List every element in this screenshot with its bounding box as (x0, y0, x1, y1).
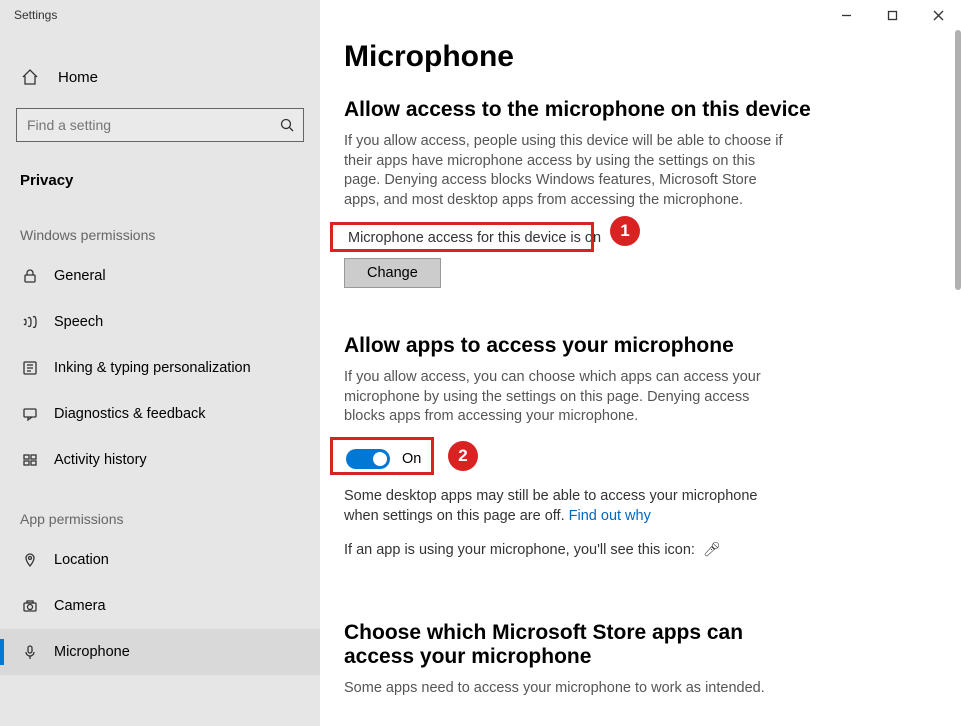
sidebar-item-diagnostics[interactable]: Diagnostics & feedback (0, 391, 320, 437)
sidebar-item-label: Inking & typing personalization (54, 360, 251, 376)
group-header-app: App permissions (0, 483, 320, 537)
speech-icon (20, 314, 40, 330)
sidebar-item-camera[interactable]: Camera (0, 583, 320, 629)
note-text-b: If an app is using your microphone, you'… (344, 542, 695, 558)
minimize-button[interactable] (823, 0, 869, 30)
sidebar-item-label: Microphone (54, 644, 130, 660)
sidebar-item-inking[interactable]: Inking & typing personalization (0, 345, 320, 391)
apps-access-toggle[interactable] (346, 449, 390, 469)
toggle-state-label: On (402, 451, 421, 467)
camera-icon (20, 598, 40, 614)
access-status: Microphone access for this device is on (344, 228, 937, 248)
sidebar-item-activity[interactable]: Activity history (0, 437, 320, 483)
current-section: Privacy (0, 156, 320, 199)
note-text: Some desktop apps may still be able to a… (344, 488, 757, 524)
title-bar: Settings (0, 0, 320, 30)
section2-body: If you allow access, you can choose whic… (344, 368, 794, 427)
sidebar-item-label: Camera (54, 598, 106, 614)
scrollbar[interactable] (955, 30, 961, 290)
section2-heading: Allow apps to access your microphone (344, 334, 937, 358)
group-header-windows: Windows permissions (0, 199, 320, 253)
search-input[interactable] (17, 117, 271, 133)
lock-icon (20, 268, 40, 284)
sidebar-item-general[interactable]: General (0, 253, 320, 299)
activity-icon (20, 452, 40, 468)
section3-body: Some apps need to access your microphone… (344, 679, 794, 699)
search-icon (271, 118, 303, 132)
inking-icon (20, 360, 40, 376)
sidebar-item-label: Diagnostics & feedback (54, 406, 206, 422)
feedback-icon (20, 406, 40, 422)
section3-heading: Choose which Microsoft Store apps can ac… (344, 621, 784, 669)
change-button[interactable]: Change (344, 258, 441, 288)
microphone-indicator-icon: 🎤︎ (703, 541, 721, 557)
maximize-button[interactable] (869, 0, 915, 30)
home-nav[interactable]: Home (0, 60, 320, 94)
mic-in-use-note: If an app is using your microphone, you'… (344, 540, 794, 561)
home-icon (20, 68, 40, 86)
sidebar-item-microphone[interactable]: Microphone (0, 629, 320, 675)
search-box[interactable] (16, 108, 304, 142)
sidebar-item-label: Activity history (54, 452, 147, 468)
sidebar: Settings Home Privacy Windows permission… (0, 0, 320, 726)
sidebar-item-label: Location (54, 552, 109, 568)
location-icon (20, 552, 40, 568)
home-label: Home (58, 69, 98, 86)
main-content: Microphone Allow access to the microphon… (320, 0, 961, 726)
section1-heading: Allow access to the microphone on this d… (344, 98, 937, 122)
microphone-icon (20, 644, 40, 660)
sidebar-item-speech[interactable]: Speech (0, 299, 320, 345)
window-title: Settings (0, 8, 57, 22)
sidebar-item-location[interactable]: Location (0, 537, 320, 583)
sidebar-item-label: General (54, 268, 106, 284)
section1-body: If you allow access, people using this d… (344, 132, 794, 210)
page-title: Microphone (344, 40, 937, 74)
desktop-apps-note: Some desktop apps may still be able to a… (344, 487, 794, 526)
window-controls (823, 0, 961, 30)
sidebar-item-label: Speech (54, 314, 103, 330)
close-button[interactable] (915, 0, 961, 30)
find-out-why-link[interactable]: Find out why (569, 508, 651, 524)
